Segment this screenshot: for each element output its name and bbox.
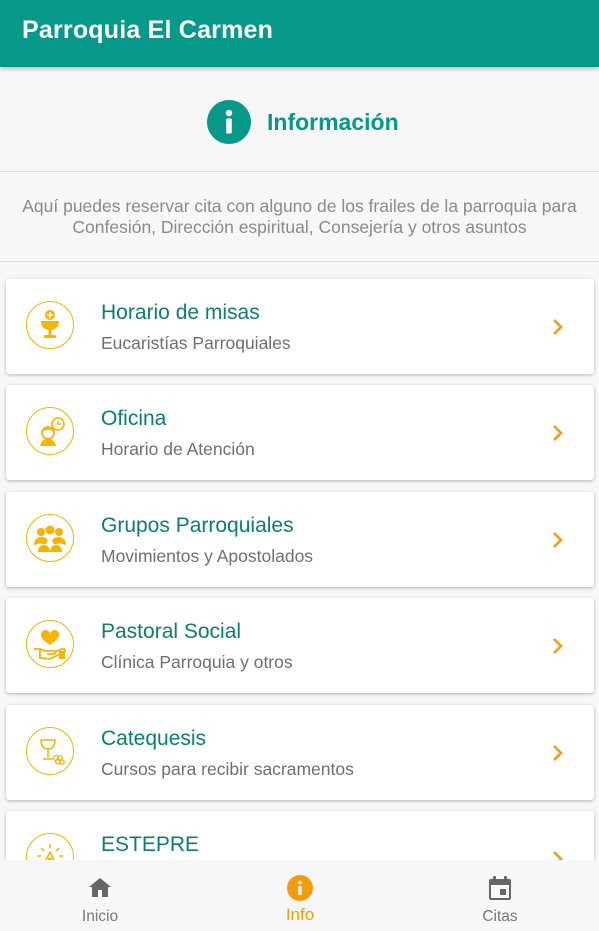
- chevron-right-icon: [553, 532, 563, 548]
- estepre-icon: [26, 833, 74, 860]
- app-bar: Parroquia El Carmen: [0, 0, 599, 67]
- chevron-right-icon: [553, 425, 563, 441]
- nav-label: Info: [285, 905, 315, 924]
- nav-item-citas[interactable]: Citas: [400, 860, 599, 931]
- list-item-pastoral-social[interactable]: Pastoral Social Clínica Parroquia y otro…: [6, 598, 594, 693]
- description-section: Aquí puedes reservar cita con alguno de …: [0, 172, 599, 262]
- item-subtitle: Eucaristías Parroquiales: [101, 333, 291, 353]
- list-item-oficina[interactable]: Oficina Horario de Atención: [6, 385, 594, 480]
- info-list[interactable]: Horario de misas Eucaristías Parroquiale…: [0, 262, 599, 860]
- item-title: ESTEPRE: [101, 833, 200, 856]
- info-header: Información: [0, 67, 599, 172]
- catechesis-icon: [26, 727, 74, 775]
- list-item-catequesis[interactable]: Catequesis Cursos para recibir sacrament…: [6, 705, 594, 800]
- office-clock-icon: [26, 407, 74, 455]
- item-title: Grupos Parroquiales: [101, 514, 294, 537]
- info-icon: [287, 875, 313, 901]
- groups-icon: [26, 514, 74, 562]
- list-item-horario-misas[interactable]: Horario de misas Eucaristías Parroquiale…: [6, 279, 594, 374]
- chevron-right-icon: [553, 745, 563, 761]
- description-text: Aquí puedes reservar cita con alguno de …: [22, 196, 577, 237]
- list-item-estepre[interactable]: ESTEPRE: [6, 811, 594, 860]
- page-title: Información: [267, 108, 399, 135]
- info-icon: [207, 100, 251, 144]
- heart-hand-icon: [26, 620, 74, 668]
- chevron-right-icon: [553, 638, 563, 654]
- item-subtitle: Clínica Parroquia y otros: [101, 652, 293, 672]
- chevron-right-icon: [553, 851, 563, 860]
- item-subtitle: Cursos para recibir sacramentos: [101, 759, 354, 779]
- chevron-right-icon: [553, 319, 563, 335]
- chalice-icon: [26, 301, 74, 349]
- item-title: Oficina: [101, 407, 167, 430]
- nav-label: Citas: [482, 908, 518, 925]
- item-subtitle: Horario de Atención: [101, 439, 255, 459]
- home-icon: [89, 878, 111, 897]
- nav-item-info[interactable]: Info: [200, 860, 400, 931]
- item-subtitle: Movimientos y Apostolados: [101, 546, 314, 566]
- item-title: Catequesis: [101, 727, 207, 750]
- list-item-grupos[interactable]: Grupos Parroquiales Movimientos y Aposto…: [6, 492, 594, 587]
- nav-label: Inicio: [81, 908, 119, 925]
- item-title: Horario de misas: [101, 301, 260, 324]
- app-title: Parroquia El Carmen: [22, 16, 274, 44]
- calendar-icon: [489, 876, 511, 900]
- bottom-navigation: Inicio Info Citas: [0, 860, 599, 931]
- item-title: Pastoral Social: [101, 620, 242, 643]
- nav-item-inicio[interactable]: Inicio: [0, 860, 200, 931]
